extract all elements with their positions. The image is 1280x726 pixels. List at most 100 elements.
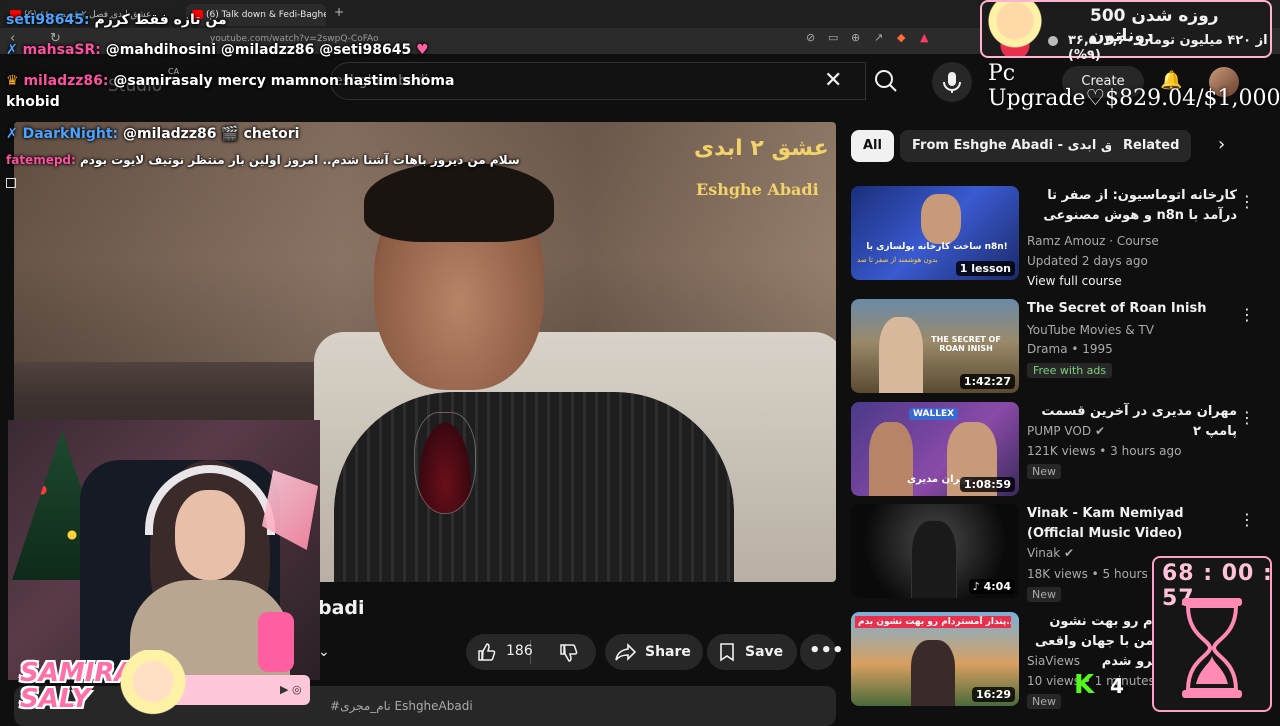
kebab-menu-icon[interactable]: ⋮: [1239, 510, 1255, 529]
recommendation-title[interactable]: Vinak - Kam Nemiyad (Official Music Vide…: [1027, 504, 1237, 544]
thumb-caption: THE SECRET OF ROAN INISH: [931, 335, 1001, 353]
video-person-shirt: [334, 392, 734, 582]
new-tab-button[interactable]: +: [334, 5, 344, 19]
chip-from-channel[interactable]: From Eshghe Abadi - عشق ابدی: [900, 130, 1147, 162]
verified-icon: ✔: [1094, 424, 1105, 438]
chat-username: DaarkNight:: [22, 126, 119, 142]
like-icon[interactable]: [476, 642, 496, 662]
thumb-caption: پندار آمستردام رو بهت نشون بدم...: [855, 616, 1011, 628]
donation-progress-dot: [1048, 36, 1058, 46]
video-thumbnail[interactable]: THE SECRET OF ROAN INISH 1:42:27: [851, 299, 1019, 393]
clear-search-button[interactable]: ✕: [824, 68, 842, 93]
thumb-caption: ساخت کارخانه پولسازی با n8n!: [866, 242, 1008, 252]
sword-badge-icon: ✗: [6, 126, 18, 142]
save-button[interactable]: Save: [707, 634, 797, 670]
bookmark-icon: [720, 643, 734, 662]
duration-badge: 1 lesson: [955, 261, 1015, 276]
kebab-menu-icon[interactable]: ⋮: [1239, 192, 1255, 211]
chat-message: khobid: [6, 94, 60, 110]
view-full-course-link[interactable]: View full course: [1027, 274, 1122, 288]
search-icon: [875, 70, 897, 92]
cast-icon[interactable]: ▭: [828, 31, 838, 44]
chat-text: @samirasaly mercy mamnon hastim shoma: [113, 73, 455, 89]
zoom-icon[interactable]: ⊕: [851, 31, 860, 44]
overlay-checkbox: [6, 178, 16, 188]
kick-viewer-count: 4: [1110, 674, 1124, 698]
hourglass-icon: [1182, 598, 1242, 698]
video-meta: Drama • 1995: [1027, 342, 1113, 356]
donation-progress-text: ۳۶,۵۰۳,۶۰ از ۴۲۰ میلیون تومان (۹%): [1068, 33, 1268, 63]
video-meta: Updated 2 days ago: [1027, 254, 1148, 268]
crown-badge-icon: ♛: [6, 73, 19, 89]
duration-badge: 1:08:59: [959, 477, 1015, 492]
dislike-icon[interactable]: [558, 643, 578, 663]
sword-badge-icon: ✗: [6, 42, 18, 58]
verified-icon: ✔: [1064, 546, 1075, 560]
chat-text: @mahdihosini @miladzz86 @seti98645: [105, 42, 412, 58]
chat-message: seti98645: من تازه فقط کرزم: [6, 12, 227, 28]
new-badge: New: [1027, 694, 1061, 709]
duration-badge: 16:29: [971, 687, 1015, 702]
chat-message: ✗ mahsaSR: @mahdihosini @miladzz86 @seti…: [6, 42, 429, 58]
voice-search-button[interactable]: [932, 62, 972, 102]
chat-username: mahsaSR:: [22, 42, 101, 58]
description-hashtag[interactable]: #نام_مجری EshgheAbadi: [330, 699, 473, 713]
new-badge: New: [1027, 464, 1061, 479]
duration-value: 4:04: [983, 580, 1011, 593]
more-icon: •••: [809, 640, 844, 661]
more-actions-button[interactable]: •••: [800, 634, 844, 670]
channel-name[interactable]: Vinak: [1027, 546, 1060, 560]
chat-username: fatemepd:: [6, 153, 76, 167]
video-thumbnail[interactable]: WALLEX مهران مدیری 1:08:59: [851, 402, 1019, 496]
recommendation-item[interactable]: THE SECRET OF ROAN INISH 1:42:27 The Sec…: [851, 299, 1271, 395]
brave-shield-icon[interactable]: ◆: [897, 31, 905, 44]
show-logo-english: Eshghe Abadi: [696, 180, 819, 199]
channel-name[interactable]: SiaViews: [1027, 654, 1080, 668]
chevron-right-icon[interactable]: ›: [1218, 134, 1225, 155]
share-page-icon[interactable]: ↗: [874, 31, 883, 44]
video-thumbnail[interactable]: ♪ 4:04: [851, 504, 1019, 598]
channel-name[interactable]: PUMP VOD: [1027, 424, 1091, 438]
wine-glass: [414, 412, 476, 514]
chat-message: ♛ miladzz86: @samirasaly mercy mamnon ha…: [6, 73, 454, 89]
chat-message: ✗ DaarkNight: @miladzz86 🎬 chetori: [6, 126, 299, 142]
save-label: Save: [745, 644, 784, 660]
brave-rewards-icon[interactable]: ▲: [920, 31, 928, 44]
chip-all[interactable]: All: [851, 130, 894, 162]
chip-related[interactable]: Related: [1111, 130, 1192, 162]
channel-name[interactable]: Ramz Amouz · Course: [1027, 234, 1159, 248]
recommendation-item[interactable]: WALLEX مهران مدیری 1:08:59 مهران مدیری د…: [851, 402, 1271, 498]
search-button[interactable]: [866, 62, 906, 100]
mascot-heart-icon: [985, 2, 1045, 56]
share-button[interactable]: Share: [605, 634, 703, 670]
thumb-person: [911, 640, 955, 706]
chibi-avatar-icon: [118, 650, 188, 720]
like-count: 186: [506, 643, 533, 659]
channel-name[interactable]: YouTube Movies & TV: [1027, 323, 1154, 337]
chat-text: khobid: [6, 94, 60, 110]
streamer-name: SAMIRA SALY: [20, 658, 135, 714]
video-thumbnail[interactable]: ساخت کارخانه پولسازی با n8n! بدون هوشمند…: [851, 186, 1019, 280]
channel-row[interactable]: Vinak ✔: [1027, 546, 1074, 560]
kick-logo: K: [1074, 670, 1095, 700]
kebab-menu-icon[interactable]: ⋮: [1239, 305, 1255, 324]
channel-row[interactable]: PUMP VOD ✔: [1027, 424, 1105, 438]
show-logo-persian: عشق ۲ ابدی: [694, 136, 829, 161]
pc-upgrade-goal: Pc Upgrade♡$829.04/$1,000: [988, 61, 1280, 111]
recommendation-title[interactable]: کارخانه اتوماسیون: از صفر تا درآمد با n8…: [1027, 186, 1237, 226]
chat-username: seti98645:: [6, 12, 90, 28]
thumb-brand: WALLEX: [909, 408, 959, 420]
chat-text: من تازه فقط کرزم: [94, 12, 227, 28]
video-thumbnail[interactable]: پندار آمستردام رو بهت نشون بدم... 16:29: [851, 612, 1019, 706]
free-with-ads-badge: Free with ads: [1027, 363, 1113, 378]
duration-badge: 1:42:27: [959, 374, 1015, 389]
share-label: Share: [645, 644, 691, 660]
recommendation-item[interactable]: ساخت کارخانه پولسازی با n8n! بدون هوشمند…: [851, 186, 1271, 288]
share-icon: [615, 643, 637, 661]
chat-text: سلام من دیروز باهات آشنا شدم.. امروز اول…: [80, 153, 520, 167]
heart-emote-icon: ♥: [416, 42, 429, 58]
kebab-menu-icon[interactable]: ⋮: [1239, 408, 1255, 427]
recommendation-title[interactable]: The Secret of Roan Inish: [1027, 299, 1237, 319]
extension-icon[interactable]: ⊘: [806, 31, 815, 44]
thumb-person: [911, 520, 957, 598]
